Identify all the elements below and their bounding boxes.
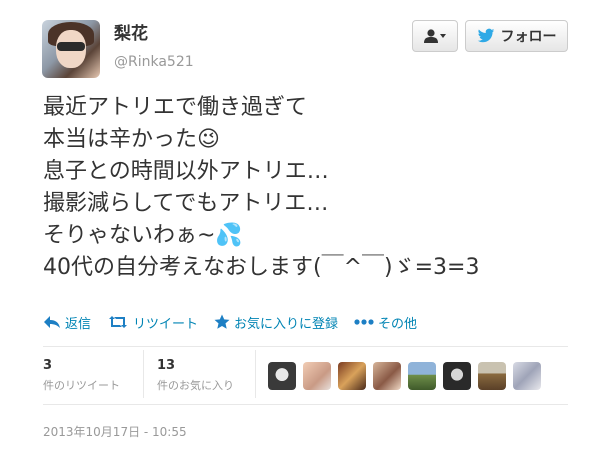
twitter-bird-icon <box>477 28 494 43</box>
user-actions-button[interactable] <box>412 20 458 52</box>
favoriter-avatar[interactable] <box>408 362 436 390</box>
stats-separator <box>143 350 144 398</box>
favorite-action[interactable]: お気に入りに登録 <box>214 313 338 332</box>
favorites-stat[interactable]: 13 件のお気に入り <box>157 358 234 395</box>
star-icon <box>214 314 230 329</box>
tweet-line: 撮影減らしてでもアトリエ… <box>43 191 329 216</box>
follow-button[interactable]: フォロー <box>465 20 568 52</box>
retweet-label: リツイート <box>133 316 199 332</box>
favoriter-avatar[interactable] <box>303 362 331 390</box>
profile-handle[interactable]: @Rinka521 <box>114 53 194 71</box>
profile-name[interactable]: 梨花 <box>114 24 148 44</box>
favorites-count: 13 <box>157 358 176 373</box>
tweet-line: そりゃないわぁ~💦 <box>43 223 243 248</box>
tweet-text: 最近アトリエで働き過ぎて 本当は辛かった😉 息子との時間以外アトリエ… 撮影減ら… <box>43 92 583 284</box>
more-label: その他 <box>378 316 418 332</box>
favoriter-avatars <box>268 362 548 390</box>
stats-separator <box>255 350 256 398</box>
favoriter-avatar[interactable] <box>373 362 401 390</box>
reply-label: 返信 <box>65 316 92 332</box>
reply-icon <box>44 316 60 328</box>
profile-avatar[interactable] <box>42 20 100 78</box>
tweet-timestamp[interactable]: 2013年10月17日 - 10:55 <box>43 423 187 440</box>
favoriter-avatar[interactable] <box>338 362 366 390</box>
more-dots-icon <box>354 319 374 325</box>
avatar-sunglasses <box>57 42 85 51</box>
retweets-stat[interactable]: 3 件のリツイート <box>43 358 120 395</box>
stats-divider-bottom <box>43 404 568 405</box>
more-action[interactable]: その他 <box>354 313 417 332</box>
favoriter-avatar[interactable] <box>478 362 506 390</box>
caret-down-icon <box>440 34 446 38</box>
tweet-line: 息子との時間以外アトリエ… <box>43 159 329 184</box>
favorites-label: 件のお気に入り <box>157 379 234 392</box>
favoriter-avatar[interactable] <box>443 362 471 390</box>
tweet-actions: 返信 リツイート お気に入りに登録 その他 <box>43 312 433 332</box>
retweets-label: 件のリツイート <box>43 379 120 392</box>
stats-divider-top <box>43 346 568 347</box>
tweet-line: 40代の自分考えなおします(￣^￣)ゞ=3=3 <box>43 255 480 280</box>
follow-label: フォロー <box>500 29 557 45</box>
favorite-label: お気に入りに登録 <box>234 316 339 332</box>
retweets-count: 3 <box>43 358 53 373</box>
reply-action[interactable]: 返信 <box>43 313 91 332</box>
favoriter-avatar[interactable] <box>268 362 296 390</box>
favoriter-avatar[interactable] <box>513 362 541 390</box>
tweet-line: 本当は辛かった😉 <box>43 127 220 152</box>
retweet-icon <box>109 316 128 328</box>
user-icon <box>424 29 446 43</box>
tweet-line: 最近アトリエで働き過ぎて <box>43 95 308 120</box>
retweet-action[interactable]: リツイート <box>107 313 198 332</box>
